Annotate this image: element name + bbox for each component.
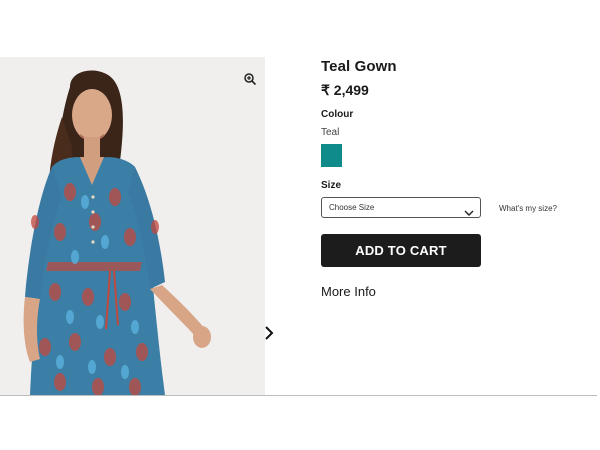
size-select-value: Choose Size bbox=[329, 203, 375, 212]
colour-label: Colour bbox=[321, 109, 354, 120]
size-label: Size bbox=[321, 180, 342, 191]
add-to-cart-button[interactable]: ADD TO CART bbox=[321, 234, 481, 267]
colour-value: Teal bbox=[321, 127, 340, 138]
product-image[interactable] bbox=[0, 57, 265, 395]
product-gallery bbox=[0, 57, 265, 395]
whats-my-size-link[interactable]: What's my size? bbox=[499, 204, 557, 213]
chevron-right-icon[interactable] bbox=[262, 324, 276, 342]
colour-swatch-teal[interactable] bbox=[321, 144, 342, 167]
divider bbox=[0, 395, 597, 396]
size-select[interactable]: Choose Size bbox=[321, 197, 481, 218]
chevron-down-icon bbox=[464, 204, 474, 216]
more-info-link[interactable]: More Info bbox=[321, 284, 376, 299]
product-title: Teal Gown bbox=[321, 58, 397, 75]
product-price: ₹ 2,499 bbox=[321, 82, 369, 98]
zoom-in-icon[interactable] bbox=[243, 72, 257, 86]
